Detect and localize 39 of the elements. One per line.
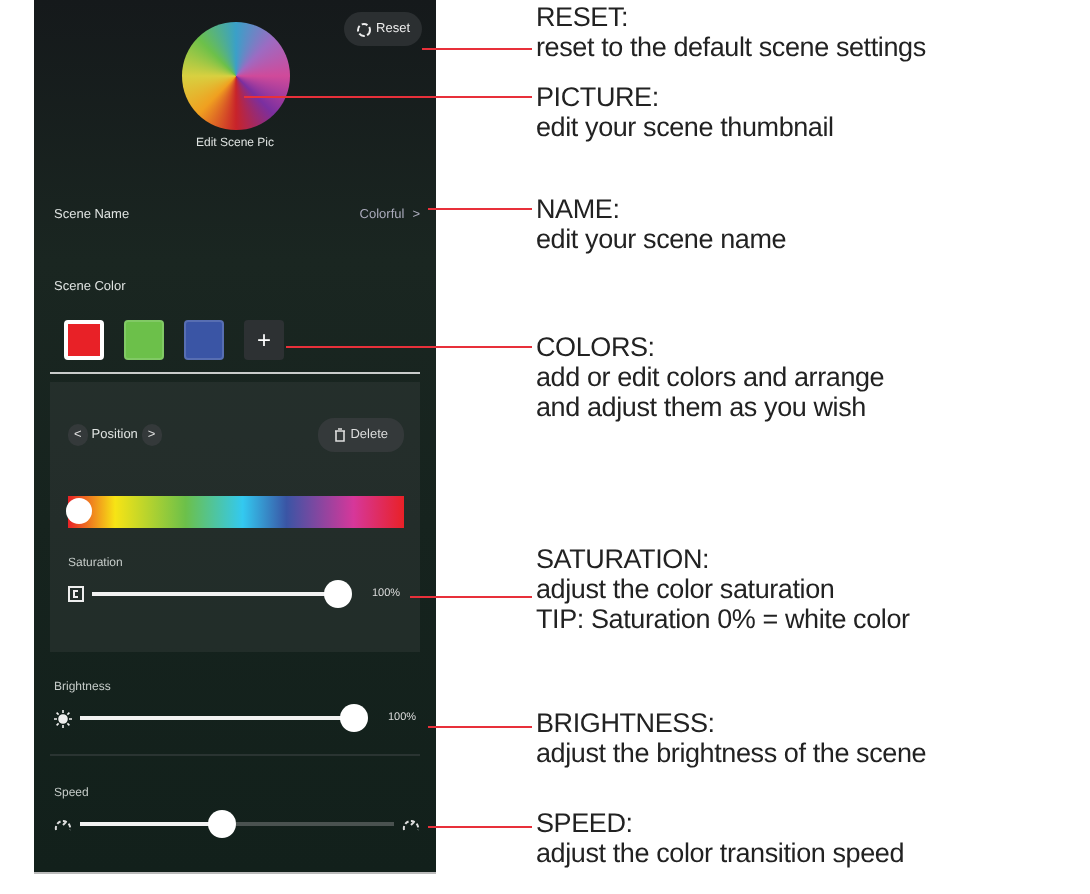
- callout-heading: BRIGHTNESS:: [536, 708, 717, 738]
- callout-description: reset to the default scene settings: [536, 32, 926, 62]
- saturation-slider[interactable]: [92, 580, 352, 608]
- color-swatch[interactable]: [64, 320, 104, 360]
- dashed-gauge-icon: [54, 816, 72, 832]
- callout-description: adjust the color transition speed: [536, 838, 905, 868]
- callout-description: edit your scene name: [536, 224, 787, 254]
- callout-heading: RESET:: [536, 2, 631, 32]
- color-swatch[interactable]: [124, 320, 164, 360]
- framed-square-icon: [68, 586, 84, 602]
- callout-description: adjust the brightness of the scene: [536, 738, 927, 768]
- speed-slider-thumb[interactable]: [208, 810, 237, 838]
- speed-slider[interactable]: [80, 810, 394, 838]
- callout-heading: PICTURE:: [536, 82, 661, 112]
- scene-picture[interactable]: [181, 22, 289, 130]
- callout-heading: SPEED:: [536, 808, 635, 838]
- saturation-slider-thumb[interactable]: [324, 580, 352, 608]
- brightness-slider[interactable]: [80, 704, 368, 732]
- color-swatch[interactable]: [184, 320, 224, 360]
- trash-icon: [334, 428, 347, 442]
- leader-line: [428, 826, 532, 829]
- add-color-button[interactable]: +: [244, 320, 284, 360]
- callout-heading: NAME:: [536, 194, 622, 224]
- callout-description: add or edit colors and arrange and adjust them as you wish: [536, 362, 885, 422]
- hue-slider-thumb[interactable]: [66, 498, 92, 524]
- callout-heading: COLORS:: [536, 332, 657, 362]
- leader-line: [422, 48, 532, 51]
- reset-icon: [356, 21, 373, 37]
- leader-line: [410, 596, 532, 599]
- hue-spectrum-slider[interactable]: [68, 496, 404, 528]
- callout-description: adjust the color saturation: [536, 574, 837, 604]
- callout-heading: SATURATION:: [536, 544, 712, 574]
- callout-description: edit your scene thumbnail: [536, 112, 834, 142]
- leader-line: [428, 726, 532, 729]
- callout-tip: TIP: Saturation 0% = white color: [536, 604, 910, 634]
- brightness-slider-thumb[interactable]: [340, 704, 368, 732]
- sun-icon: [54, 709, 72, 727]
- dashed-gauge-icon: [402, 816, 420, 832]
- leader-line: [428, 208, 532, 211]
